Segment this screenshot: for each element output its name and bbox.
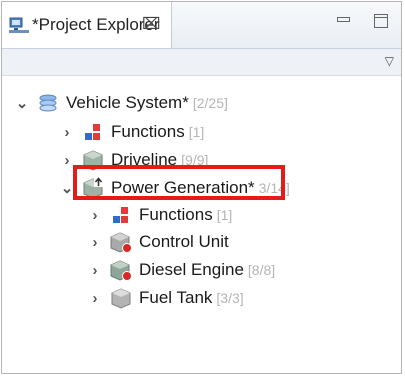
system-icon	[39, 94, 57, 112]
chevron-down-icon[interactable]: ⌄	[15, 94, 29, 112]
tree-item-functions[interactable]: › Functions [1]	[60, 119, 205, 145]
tree-item-functions-child[interactable]: › Functions [1]	[88, 202, 233, 228]
chevron-down-icon[interactable]: ⌄	[60, 179, 74, 197]
tree-item-control-unit[interactable]: › Control Unit	[88, 229, 233, 255]
chevron-right-icon[interactable]: ›	[88, 207, 102, 224]
close-icon[interactable]: ⌧	[142, 14, 160, 34]
view-toolbar: ▽	[2, 49, 401, 76]
minimize-icon[interactable]	[337, 17, 350, 22]
component-error-icon	[110, 232, 132, 253]
tree-item-label: Functions	[139, 205, 213, 224]
component-icon	[111, 288, 131, 309]
functions-icon	[85, 124, 100, 140]
tree-item-label: Vehicle System*	[66, 93, 189, 112]
chevron-right-icon[interactable]: ›	[60, 124, 74, 141]
chevron-right-icon[interactable]: ›	[88, 262, 102, 279]
project-explorer-icon	[9, 17, 29, 33]
tab-bar: *Project Explorer ⌧	[2, 2, 401, 49]
tree-item-vehicle-system[interactable]: ⌄ Vehicle System* [2/25]	[15, 90, 228, 116]
functions-icon	[113, 207, 128, 223]
tree-item-count: [8/8]	[247, 262, 276, 278]
tree-item-fuel-tank[interactable]: › Fuel Tank [3/3]	[88, 285, 244, 311]
highlight-box	[73, 165, 285, 200]
tab-project-explorer[interactable]: *Project Explorer ⌧	[2, 2, 172, 48]
project-tree: ⌄ Vehicle System* [2/25] › Functions [1]…	[2, 76, 401, 371]
tree-item-label: Diesel Engine	[139, 260, 244, 279]
tree-item-label: Control Unit	[139, 232, 229, 251]
component-error-icon	[110, 260, 132, 281]
tree-item-count: [1]	[216, 207, 233, 223]
tree-item-label: Functions	[111, 122, 185, 141]
chevron-right-icon[interactable]: ›	[88, 234, 102, 251]
view-menu-icon[interactable]: ▽	[385, 54, 394, 68]
tree-item-count: [2/25]	[192, 95, 228, 111]
tree-item-count: [1]	[188, 124, 205, 140]
chevron-right-icon[interactable]: ›	[88, 290, 102, 307]
tree-item-label: Fuel Tank	[139, 288, 213, 307]
tree-item-count: [3/3]	[216, 290, 244, 306]
maximize-icon[interactable]	[374, 14, 388, 28]
tab-title: *Project Explorer	[32, 15, 160, 34]
chevron-right-icon[interactable]: ›	[60, 152, 74, 169]
tree-item-diesel-engine[interactable]: › Diesel Engine [8/8]	[88, 257, 275, 283]
